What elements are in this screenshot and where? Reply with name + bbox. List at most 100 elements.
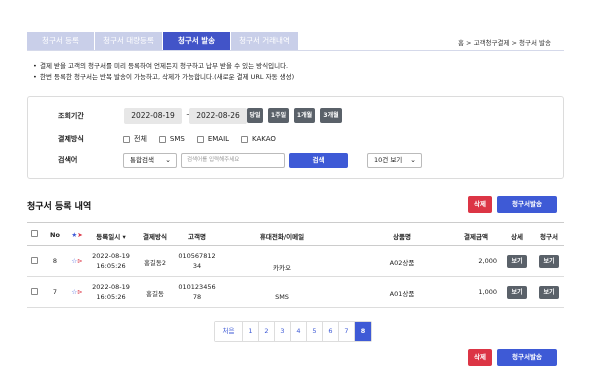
header-date[interactable]: 등록일시 ▾ [89,231,133,241]
row-date: 2022-08-19 16:05:26 [89,251,133,271]
row-method: 홍길동 [146,290,164,298]
table-row: 8 ☆⊳ 2022-08-19 16:05:26 홍길동2 010567812 34… [27,246,564,277]
arrow-right-icon: ➤ [77,231,83,239]
checkbox[interactable] [123,135,130,143]
page-button[interactable]: 5 [307,322,323,341]
detail-view-button[interactable]: 보기 [507,286,527,299]
method-option-email[interactable]: EMAIL [196,135,230,143]
tab-invoice-send[interactable]: 청구서 발송 [163,32,231,50]
sort-down-icon: ▾ [120,233,126,241]
period-label: 조회기간 [58,112,84,120]
row-customer-line2: 78 [192,293,202,301]
tab-invoice-bulk-register[interactable]: 청구서 대량등록 [95,32,163,50]
method-option-sms[interactable]: SMS [158,135,185,143]
preset-today-button[interactable]: 당일 [247,108,263,123]
row-date-day: 2022-08-19 [92,283,130,291]
page-size-value: 10건 보기 [374,156,403,164]
pagination: 처음 1 2 3 4 5 6 7 8 [214,321,372,342]
send-invoice-button[interactable]: 청구서발송 [497,196,557,213]
row-customer-line2: 34 [192,262,202,270]
detail-view-button[interactable]: 보기 [507,255,527,268]
header-product: 상품명 [393,233,411,241]
method-option-all[interactable]: 전체 [123,134,147,144]
page-button[interactable]: 2 [259,322,275,341]
checkbox[interactable] [158,135,166,143]
search-panel: 조회기간 2022-08-19 ~ 2022-08-26 당일 1주일 1개월 … [27,96,564,179]
table-row: 7 ☆⊳ 2022-08-19 16:05:26 홍길동 010123456 78 … [27,277,564,308]
page-size-select[interactable]: 10건 보기 ⌄ [367,153,422,168]
header-detail: 상세 [511,233,523,241]
row-product: A02상품 [389,259,415,267]
page-button[interactable]: 6 [323,322,339,341]
date-to-input[interactable]: 2022-08-26 [189,108,247,124]
footer-send-invoice-button[interactable]: 청구서발송 [497,349,557,366]
keyword-type-value: 통합검색 [130,156,154,164]
page-first-button[interactable]: 처음 [215,322,243,341]
row-customer-line1: 010567812 [178,252,216,260]
row-checkbox[interactable] [31,288,38,295]
info-notes: 결제 받을 고객의 청구서를 미리 등록하여 언제든지 청구하고 납부 받을 수… [33,61,294,83]
page-button[interactable]: 4 [291,322,307,341]
checkbox[interactable] [196,135,204,143]
row-amount: 2,000 [478,257,497,265]
preset-1month-button[interactable]: 1개월 [294,108,315,123]
page-button[interactable]: 3 [275,322,291,341]
keyword-input[interactable]: 검색어를 입력해주세요 [181,153,285,168]
send-arrow-icon: ⊳ [77,288,83,296]
preset-3month-button[interactable]: 3개월 [320,108,342,123]
invoice-view-button[interactable]: 보기 [539,255,559,268]
keyword-type-select[interactable]: 통합검색 ⌄ [123,153,177,168]
method-option-kakao[interactable]: KAKAO [241,135,276,143]
header-customer: 고객명 [188,233,206,241]
header-no: No [50,231,60,239]
row-favorite[interactable]: ☆⊳ [68,288,86,296]
method-checkboxes: 전체 SMS EMAIL KAKAO [123,134,288,144]
method-option-label: SMS [169,135,185,143]
send-arrow-icon: ⊳ [77,257,83,265]
list-title: 청구서 등록 내역 [27,202,92,212]
row-favorite[interactable]: ☆⊳ [68,257,86,265]
header-amount: 결제금액 [464,233,488,241]
footer-delete-button[interactable]: 삭제 [468,349,492,366]
row-method: 홍길동2 [143,259,167,267]
row-no: 7 [52,288,58,296]
page-button[interactable]: 7 [339,322,355,341]
tab-bar: 청구서 등록 청구서 대량등록 청구서 발송 청구서 거래내역 [27,32,299,50]
tab-invoice-history[interactable]: 청구서 거래내역 [231,32,299,50]
breadcrumb: 홈 > 고객청구결제 > 청구서 발송 [458,39,551,47]
row-amount: 1,000 [478,288,497,296]
header-contact: 휴대전화/이메일 [259,233,305,241]
chevron-down-icon: ⌄ [410,156,416,164]
select-all-checkbox[interactable] [31,230,38,237]
keyword-label: 검색어 [58,156,78,164]
row-product: A01상품 [389,290,415,298]
row-checkbox[interactable] [31,257,38,264]
row-date: 2022-08-19 16:05:26 [89,282,133,302]
method-label: 결제방식 [58,135,84,143]
search-button[interactable]: 검색 [289,153,348,168]
page-button-current[interactable]: 8 [355,322,371,341]
note-item: 한번 등록한 청구서는 반복 발송이 가능하고, 삭제가 가능합니다.(새로운 … [33,72,294,83]
header-favorite[interactable]: ★➤ [68,231,86,239]
preset-1week-button[interactable]: 1주일 [268,108,289,123]
row-date-time: 16:05:26 [96,262,126,270]
delete-button[interactable]: 삭제 [468,196,492,213]
row-customer: 010567812 34 [175,251,219,271]
method-option-label: KAKAO [252,135,276,143]
page-button[interactable]: 1 [243,322,259,341]
tab-invoice-register[interactable]: 청구서 등록 [27,32,95,50]
method-option-label: EMAIL [207,135,230,143]
date-from-input[interactable]: 2022-08-19 [124,108,182,124]
row-no: 8 [52,257,58,265]
invoice-table: No ★➤ 등록일시 ▾ 결제방식 고객명 휴대전화/이메일 상품명 결제금액 … [27,222,564,308]
invoice-view-button[interactable]: 보기 [539,286,559,299]
checkbox[interactable] [241,135,249,143]
table-header: No ★➤ 등록일시 ▾ 결제방식 고객명 휴대전화/이메일 상품명 결제금액 … [27,222,564,246]
row-date-day: 2022-08-19 [92,252,130,260]
row-contact: 카카오 [273,264,291,272]
row-date-time: 16:05:26 [96,293,126,301]
header-method: 결제방식 [143,233,167,241]
note-item: 결제 받을 고객의 청구서를 미리 등록하여 언제든지 청구하고 납부 받을 수… [33,61,294,72]
row-customer-line1: 010123456 [178,283,216,291]
header-date-label: 등록일시 [96,233,121,241]
